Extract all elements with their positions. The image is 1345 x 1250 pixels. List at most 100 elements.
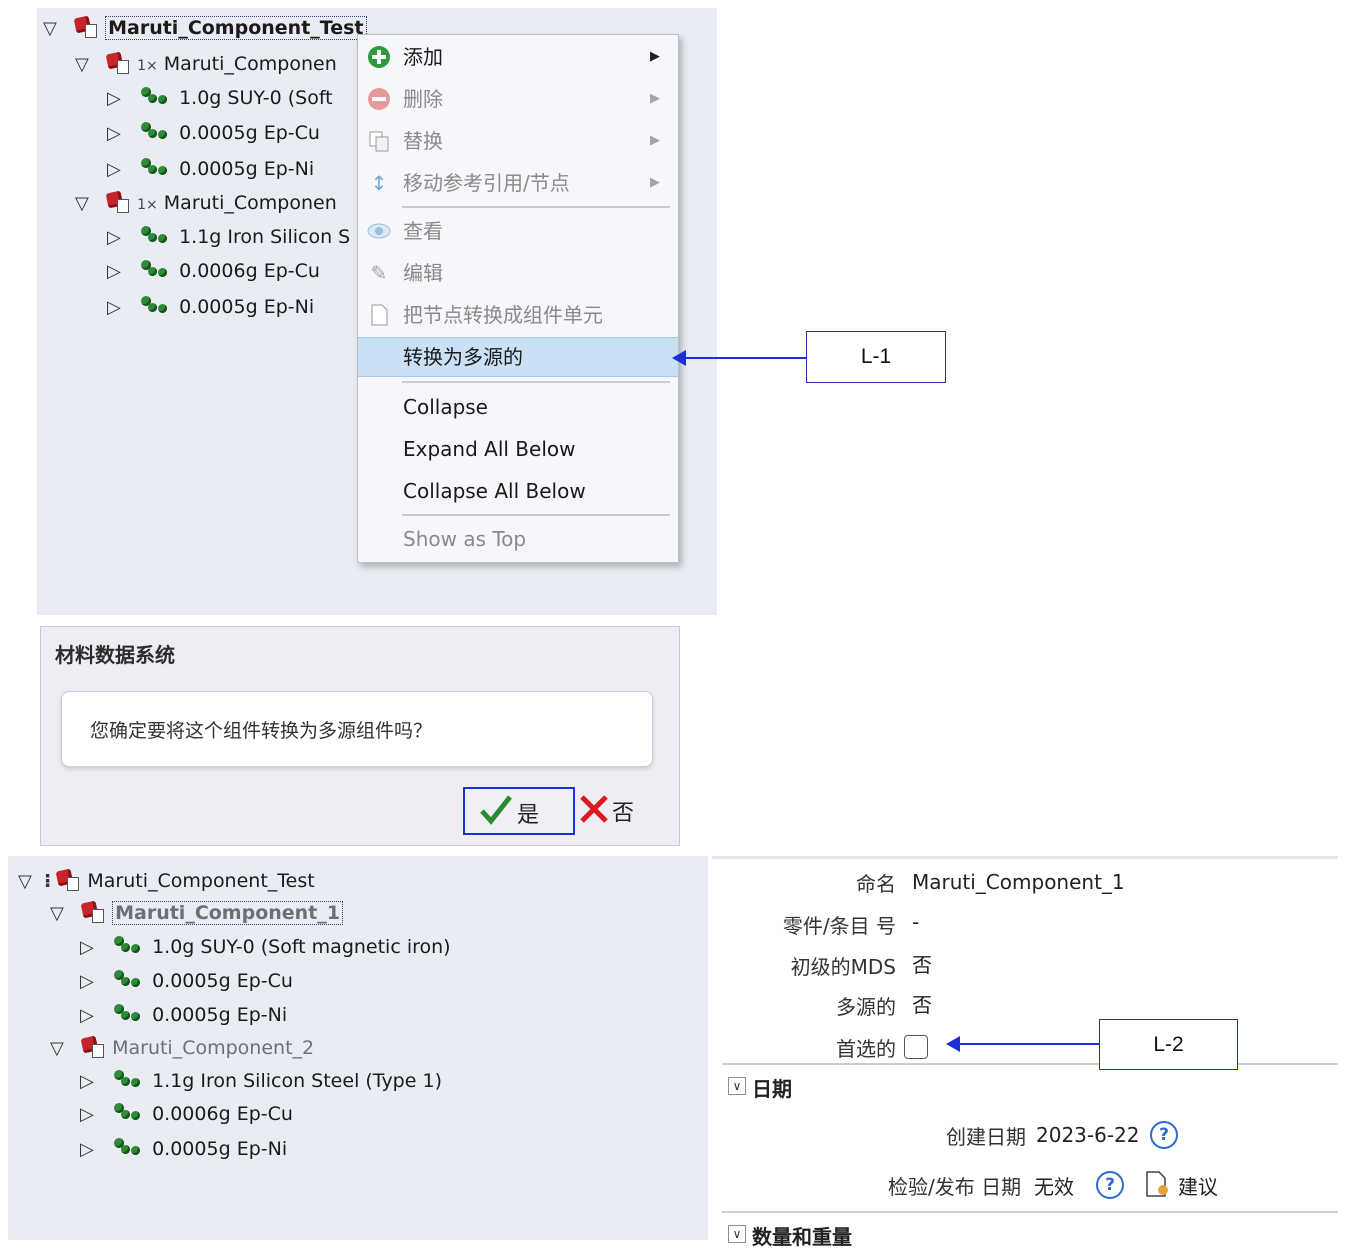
menu-item-show-top[interactable]: Show as Top — [358, 520, 678, 558]
menu-item-convert-node[interactable]: 把节点转换成组件单元 — [358, 296, 678, 334]
dialog-title: 材料数据系统 — [55, 643, 175, 667]
tree-node-component[interactable]: ▽ Maruti_Component_1 — [50, 898, 344, 929]
tree-node-component[interactable]: ▽ 1× Maruti_Componen — [75, 188, 337, 218]
tree-node-material[interactable]: ▷ 0.0006g Ep-Cu — [80, 1099, 293, 1129]
tree-node-material[interactable]: ▷ 1.0g SUY-0 (Soft magnetic iron) — [80, 932, 451, 962]
tree-node-material[interactable]: ▷ 0.0005g Ep-Ni — [107, 154, 314, 184]
yes-button[interactable]: 是 — [463, 787, 575, 835]
material-weight: 0.0006g — [179, 260, 258, 282]
tree-node-material[interactable]: ▷ 0.0005g Ep-Ni — [80, 1000, 287, 1030]
expand-toggle-icon[interactable]: ▽ — [43, 14, 69, 44]
callout-arrow-line — [684, 357, 806, 359]
tree-node-material[interactable]: ▷ 1.0g SUY-0 (Soft — [107, 83, 333, 113]
tree-node-root[interactable]: ▽ Maruti_Component_Test — [43, 13, 367, 43]
material-weight: 0.0005g — [152, 1138, 231, 1160]
context-menu: 添加 ▶ 删除 ▶ 替换 ▶ ↕ 移动参考引用/节点 ▶ 查看 ✎ 编辑 把节点… — [357, 34, 679, 563]
expand-toggle-icon[interactable]: ▷ — [107, 119, 133, 149]
tree-node-material[interactable]: ▷ 0.0005g Ep-Ni — [107, 292, 314, 322]
expand-toggle-icon[interactable]: ▷ — [80, 1135, 106, 1165]
expand-toggle-icon[interactable]: ▷ — [80, 1001, 106, 1031]
menu-item-collapse-all[interactable]: Collapse All Below — [358, 472, 678, 510]
tree-node-material[interactable]: ▷ 1.1g Iron Silicon S — [107, 222, 350, 252]
expand-toggle-icon[interactable]: ▷ — [107, 223, 133, 253]
expand-toggle-icon[interactable]: ▷ — [80, 1100, 106, 1130]
menu-item-edit[interactable]: ✎ 编辑 — [358, 254, 678, 292]
tree-node-material[interactable]: ▷ 0.0005g Ep-Cu — [107, 118, 320, 148]
material-weight: 0.0005g — [179, 158, 258, 180]
expand-toggle-icon[interactable]: ▷ — [80, 1067, 106, 1097]
tree-node-material[interactable]: ▷ 0.0006g Ep-Cu — [107, 256, 320, 286]
section-title: 数量和重量 — [752, 1225, 852, 1249]
callout-arrow-line — [958, 1043, 1099, 1045]
component-icon — [105, 51, 130, 74]
expand-toggle-icon[interactable]: ▷ — [107, 84, 133, 114]
submenu-arrow-icon: ▶ — [650, 91, 660, 106]
tree-node-material[interactable]: ▷ 1.1g Iron Silicon Steel (Type 1) — [80, 1066, 442, 1096]
check-date-value: 无效 — [1034, 1175, 1074, 1199]
material-icon — [112, 1004, 146, 1024]
material-name: SUY-0 (Soft magnetic iron) — [200, 936, 451, 958]
tree-node-label: Maruti_Componen — [163, 192, 337, 214]
drag-handle-icon[interactable]: ⁝ — [44, 870, 51, 892]
menu-item-move-ref[interactable]: ↕ 移动参考引用/节点 ▶ — [358, 164, 678, 202]
tree-node-label: Maruti_Component_1 — [112, 901, 344, 925]
expand-toggle-icon[interactable]: ▽ — [75, 50, 101, 80]
submenu-arrow-icon: ▶ — [650, 133, 660, 148]
move-updown-icon: ↕ — [370, 171, 388, 195]
tree-panel-bottom: ▽ ⁝ Maruti_Component_Test ▽ Maruti_Compo… — [8, 856, 708, 1240]
menu-item-view[interactable]: 查看 — [358, 212, 678, 250]
preferred-checkbox[interactable] — [904, 1035, 928, 1059]
menu-item-replace[interactable]: 替换 ▶ — [358, 122, 678, 160]
material-name: Ep-Ni — [236, 1004, 288, 1026]
tree-node-component[interactable]: ▽ Maruti_Component_2 — [50, 1033, 314, 1063]
expand-toggle-icon[interactable]: ▷ — [80, 933, 106, 963]
expand-toggle-icon[interactable]: ▽ — [18, 867, 38, 897]
material-weight: 1.0g — [152, 936, 195, 958]
material-weight: 1.0g — [179, 87, 222, 109]
tree-node-root[interactable]: ▽ ⁝ Maruti_Component_Test — [18, 866, 315, 896]
dialog-message-box: 您确定要将这个组件转换为多源组件吗？ — [61, 691, 653, 767]
no-button[interactable]: 否 — [576, 787, 656, 831]
expand-toggle-icon[interactable]: ▽ — [75, 189, 101, 219]
material-weight: 0.0005g — [152, 970, 231, 992]
help-icon[interactable]: ? — [1150, 1121, 1178, 1149]
tree-node-material[interactable]: ▷ 0.0005g Ep-Ni — [80, 1134, 287, 1164]
preferred-label: 首选的 — [836, 1037, 896, 1061]
suggest-link[interactable]: 建议 — [1178, 1171, 1218, 1200]
material-weight: 0.0005g — [179, 296, 258, 318]
menu-label: Collapse — [403, 395, 488, 419]
help-icon[interactable]: ? — [1096, 1171, 1124, 1199]
section-dates[interactable]: ∨ 日期 — [722, 1063, 1338, 1101]
chevron-down-icon[interactable]: ∨ — [728, 1225, 746, 1243]
menu-item-add[interactable]: 添加 ▶ — [358, 38, 678, 76]
created-date-value: 2023-6-22 — [1036, 1123, 1140, 1147]
close-x-icon — [578, 793, 610, 829]
chevron-down-icon[interactable]: ∨ — [728, 1077, 746, 1095]
component-icon — [55, 868, 80, 891]
tree-node-component[interactable]: ▽ 1× Maruti_Componen — [75, 49, 337, 79]
material-icon — [139, 122, 173, 142]
menu-item-collapse[interactable]: Collapse — [358, 388, 678, 426]
menu-label: 删除 — [403, 87, 443, 111]
menu-label: 编辑 — [403, 261, 443, 285]
suggest-document-icon[interactable] — [1144, 1170, 1170, 1202]
expand-toggle-icon[interactable]: ▽ — [50, 899, 76, 929]
menu-item-convert-multi[interactable]: 转换为多源的 — [358, 337, 678, 377]
menu-item-expand-all[interactable]: Expand All Below — [358, 430, 678, 468]
name-label: 命名 — [856, 872, 896, 896]
expand-toggle-icon[interactable]: ▷ — [80, 967, 106, 997]
menu-label: 移动参考引用/节点 — [403, 171, 570, 195]
tree-node-material[interactable]: ▷ 0.0005g Ep-Cu — [80, 966, 293, 996]
menu-label: Collapse All Below — [403, 479, 586, 503]
material-name: Ep-Ni — [263, 296, 315, 318]
expand-toggle-icon[interactable]: ▽ — [50, 1034, 76, 1064]
expand-toggle-icon[interactable]: ▷ — [107, 293, 133, 323]
menu-item-delete[interactable]: 删除 ▶ — [358, 80, 678, 118]
material-weight: 0.0005g — [152, 1004, 231, 1026]
section-quantity-weight[interactable]: ∨ 数量和重量 — [722, 1211, 1338, 1249]
expand-toggle-icon[interactable]: ▷ — [107, 155, 133, 185]
expand-toggle-icon[interactable]: ▷ — [107, 257, 133, 287]
callout-l2: L-2 — [1099, 1019, 1238, 1070]
component-icon — [80, 900, 105, 923]
section-title: 日期 — [752, 1077, 792, 1101]
